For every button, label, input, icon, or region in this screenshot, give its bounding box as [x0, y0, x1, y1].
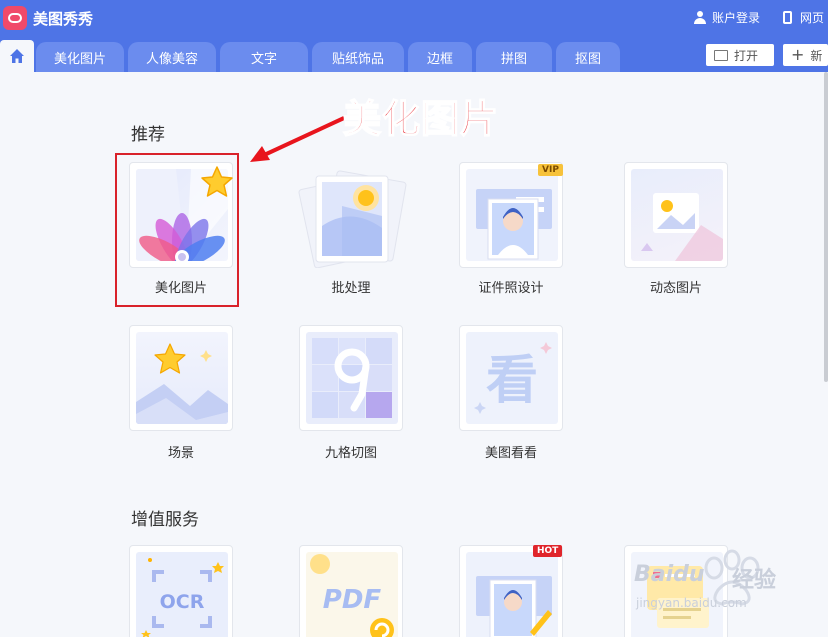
tab-label: 边框	[426, 51, 453, 67]
svg-text:看: 看	[486, 351, 538, 411]
open-label: 打开	[734, 48, 759, 63]
new-button[interactable]: + 新	[783, 44, 828, 66]
ocr-text: OCR	[160, 591, 205, 613]
title-bar: 美图秀秀 账户登录 网页	[0, 0, 828, 36]
watermark-url: jingyan.baidu.com	[636, 596, 747, 610]
new-label: 新	[810, 48, 823, 63]
tab-label: 人像美容	[145, 51, 198, 67]
tile-label-batch: 批处理	[331, 281, 371, 296]
tile-id-photo[interactable]: VIP	[459, 162, 563, 268]
tile-id-photo-edit[interactable]: HOT	[459, 545, 563, 637]
tab-stickers[interactable]: 贴纸饰品	[312, 42, 404, 72]
tile-pdf[interactable]: PDF	[299, 545, 403, 637]
tab-bar: 美化图片 人像美容 文字 贴纸饰品 边框 拼图 抠图 打开 + 新	[0, 36, 828, 72]
login-button[interactable]: 账户登录	[694, 9, 760, 26]
plus-icon: +	[791, 45, 805, 64]
tile-dynamic-image[interactable]	[624, 162, 728, 268]
id-photo-edit-icon	[476, 576, 552, 637]
viewer-icon: 看	[474, 342, 552, 414]
annotation-text: 美化图片	[342, 96, 500, 142]
pdf-icon: PDF	[310, 554, 394, 637]
image-icon	[714, 49, 728, 61]
tile-label-nine-grid: 九格切图	[324, 446, 377, 461]
tab-label: 文字	[250, 51, 277, 67]
tile-batch[interactable]	[296, 166, 408, 269]
tab-label: 贴纸饰品	[331, 51, 384, 67]
user-icon	[694, 11, 706, 24]
tile-label-scene: 场景	[167, 446, 194, 461]
pdf-text: PDF	[323, 585, 382, 615]
tile-label-viewer: 美图看看	[484, 446, 537, 461]
highlight-box	[115, 153, 239, 307]
watermark: Baidu 经验 jingyan.baidu.com	[632, 546, 822, 622]
app-logo-icon	[3, 6, 27, 30]
tab-text[interactable]: 文字	[220, 42, 308, 72]
tile-scene[interactable]	[129, 325, 233, 431]
tab-frames[interactable]: 边框	[408, 42, 472, 72]
watermark-brand-cn: 经验	[732, 568, 777, 593]
phone-icon	[783, 11, 792, 24]
section-title-recommend: 推荐	[131, 125, 165, 145]
login-label: 账户登录	[712, 11, 761, 25]
tab-label: 美化图片	[53, 51, 106, 67]
tile-ocr[interactable]: OCR	[129, 545, 233, 637]
open-button[interactable]: 打开	[706, 44, 774, 66]
arrow-icon	[250, 116, 345, 162]
scene-icon	[136, 343, 228, 424]
id-photo-icon	[476, 189, 552, 260]
vip-badge: VIP	[538, 164, 563, 176]
mobile-link[interactable]: 网页	[783, 9, 824, 26]
tile-label-id-photo: 证件照设计	[478, 281, 544, 296]
scrollbar[interactable]	[824, 72, 828, 382]
tab-home[interactable]	[0, 40, 34, 72]
batch-icon	[298, 170, 407, 269]
tile-label-dynamic-image: 动态图片	[649, 281, 702, 296]
tab-beautify[interactable]: 美化图片	[36, 42, 124, 72]
tab-collage[interactable]: 拼图	[476, 42, 552, 72]
app-name: 美图秀秀	[33, 10, 94, 28]
dynamic-image-icon	[641, 193, 723, 261]
ocr-icon: OCR	[141, 558, 224, 637]
tab-portrait[interactable]: 人像美容	[128, 42, 216, 72]
watermark-brand: Baidu	[634, 562, 705, 587]
tab-cutout[interactable]: 抠图	[556, 42, 620, 72]
section-title-services: 增值服务	[131, 510, 199, 530]
nine-grid-icon	[312, 338, 392, 418]
tab-label: 抠图	[574, 51, 601, 67]
mobile-label: 网页	[800, 11, 825, 25]
tile-viewer[interactable]: 看	[459, 325, 563, 431]
tab-label: 拼图	[500, 51, 527, 67]
home-icon	[10, 49, 24, 63]
tile-nine-grid[interactable]	[299, 325, 403, 431]
hot-badge: HOT	[533, 545, 563, 557]
